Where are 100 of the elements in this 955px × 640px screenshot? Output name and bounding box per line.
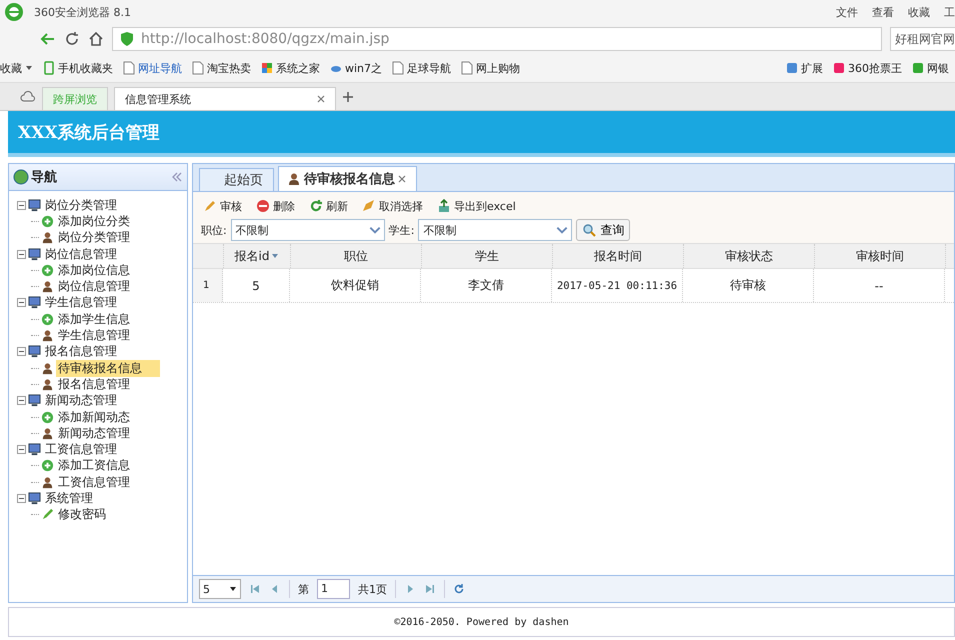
close-icon[interactable] xyxy=(398,175,406,183)
page-size-dropdown[interactable]: 5 xyxy=(199,579,241,599)
search-button[interactable]: 查询 xyxy=(576,219,630,241)
tree-item[interactable]: 添加岗位分类 xyxy=(56,212,132,230)
tree-group[interactable]: 岗位信息管理 xyxy=(43,246,119,263)
home-icon[interactable] xyxy=(88,31,104,47)
menu-item[interactable]: 工 xyxy=(944,4,955,20)
table-cell: 饮料促销 xyxy=(290,269,421,302)
tree-group[interactable]: 岗位分类管理 xyxy=(43,196,119,214)
tree-group[interactable]: 报名信息管理 xyxy=(43,343,119,360)
monitor-icon xyxy=(28,198,41,212)
tree-toggle-icon[interactable] xyxy=(17,445,26,454)
person-icon xyxy=(41,426,54,440)
reload-icon[interactable] xyxy=(64,31,80,47)
tree-group[interactable]: 工资信息管理 xyxy=(43,441,119,458)
column-header[interactable]: 学生 xyxy=(422,244,553,268)
tree-toggle-icon[interactable] xyxy=(17,250,26,259)
tree-item[interactable]: 学生信息管理 xyxy=(56,327,132,344)
person-icon xyxy=(41,280,54,294)
new-tab-icon[interactable] xyxy=(342,90,354,102)
tree-group[interactable]: 系统管理 xyxy=(43,490,95,507)
bookmark-link[interactable]: 足球导航 xyxy=(407,60,452,76)
table-cell: 5 xyxy=(223,269,290,302)
caret-icon[interactable] xyxy=(25,64,33,72)
browser-title: 360安全浏览器 8.1 xyxy=(34,4,131,20)
tree-toggle-icon[interactable] xyxy=(17,200,26,210)
tree-item[interactable]: 报名信息管理 xyxy=(56,376,132,393)
filter-label: 学生: xyxy=(388,222,414,238)
search-field[interactable]: 好租网官网 xyxy=(890,27,955,51)
bookmark-link[interactable]: win7之 xyxy=(345,60,382,76)
page-tab[interactable]: 待审核报名信息 xyxy=(278,166,417,191)
browser-tab[interactable]: 信息管理系统 xyxy=(114,87,336,110)
shield-icon xyxy=(119,31,135,47)
menu-item[interactable]: 文件 xyxy=(836,4,858,20)
page-tab[interactable]: 起始页 xyxy=(199,168,274,191)
tree-item[interactable]: 添加新闻动态 xyxy=(56,408,132,426)
monitor-icon xyxy=(28,443,41,456)
filter-dropdown[interactable]: 不限制 xyxy=(230,219,385,241)
app-title: XXX系统后台管理 xyxy=(18,122,160,144)
toolbar-link[interactable]: 扩展 xyxy=(801,60,823,76)
tree-item[interactable]: 新闻动态管理 xyxy=(56,424,132,442)
toolbar-button[interactable]: 取消选择 xyxy=(362,198,423,214)
cloud-icon[interactable] xyxy=(20,88,36,104)
address-field[interactable]: http://localhost:8080/qgzx/main.jsp xyxy=(112,27,882,51)
tree-item[interactable]: 待审核报名信息 xyxy=(56,360,160,377)
windows-icon xyxy=(261,61,273,75)
toolbar-button[interactable]: 导出到excel xyxy=(437,198,516,214)
column-header[interactable]: 职位 xyxy=(291,244,422,268)
person-icon xyxy=(41,362,54,375)
bookmark-link[interactable]: 系统之家 xyxy=(276,60,320,76)
tree-group[interactable]: 学生信息管理 xyxy=(43,294,119,312)
menu-item[interactable]: 收藏 xyxy=(908,4,930,20)
tree-item[interactable]: 工资信息管理 xyxy=(56,474,132,491)
close-icon[interactable] xyxy=(317,95,325,103)
tree-toggle-icon[interactable] xyxy=(17,396,26,406)
monitor-icon xyxy=(28,296,41,310)
tree-item[interactable]: 岗位信息管理 xyxy=(56,278,132,296)
column-header[interactable]: 审核时间 xyxy=(815,244,946,268)
monitor-icon xyxy=(28,248,41,261)
refresh-icon xyxy=(309,199,323,213)
bookmark-link[interactable]: 网上购物 xyxy=(476,60,520,76)
toolbar-link[interactable]: 网银 xyxy=(927,60,949,76)
tree-item[interactable]: 添加工资信息 xyxy=(56,457,132,474)
tree-item[interactable]: 添加岗位信息 xyxy=(56,262,132,279)
minus-circle-icon xyxy=(256,199,270,213)
filter-dropdown[interactable]: 不限制 xyxy=(418,219,572,241)
toolbar-button[interactable]: 删除 xyxy=(256,198,295,214)
menu-item[interactable]: 查看 xyxy=(872,4,894,20)
tree-group[interactable]: 新闻动态管理 xyxy=(43,392,119,410)
toolbar-link[interactable]: 360抢票王 xyxy=(848,60,902,76)
tree-toggle-icon[interactable] xyxy=(17,347,26,356)
bookmark-link[interactable]: 手机收藏夹 xyxy=(58,60,113,76)
page-number-field[interactable]: 1 xyxy=(317,579,350,599)
add-icon xyxy=(41,410,54,424)
back-icon[interactable] xyxy=(40,31,56,47)
bookmark-link[interactable]: 收藏 xyxy=(0,60,22,76)
column-header[interactable]: 审核状态 xyxy=(684,244,815,268)
tree-item[interactable]: 修改密码 xyxy=(56,506,108,524)
table-cell: 1 xyxy=(193,269,223,302)
bookmark-link[interactable]: 网址导航 xyxy=(138,60,182,76)
person-icon xyxy=(41,378,54,391)
pencil-icon xyxy=(41,508,54,522)
phone-icon xyxy=(43,61,55,75)
page-icon xyxy=(123,61,135,75)
refresh-icon[interactable] xyxy=(453,583,465,595)
page-icon xyxy=(392,61,404,75)
column-header[interactable]: 报名id xyxy=(224,244,291,268)
add-icon xyxy=(41,459,54,472)
table-cell: 李文倩 xyxy=(421,269,552,302)
tree-toggle-icon[interactable] xyxy=(17,298,26,308)
tree-item[interactable]: 岗位分类管理 xyxy=(56,229,132,246)
tree-toggle-icon[interactable] xyxy=(17,494,26,503)
toolbar-button[interactable]: 审核 xyxy=(203,198,242,214)
tree-item[interactable]: 添加学生信息 xyxy=(56,310,132,328)
footer-text: ©2016-2050. Powered by dashen xyxy=(394,616,569,628)
toolbar-button[interactable]: 刷新 xyxy=(309,198,348,214)
caret-icon xyxy=(229,585,237,593)
bookmark-link[interactable]: 淘宝热卖 xyxy=(207,60,251,76)
column-header[interactable]: 报名时间 xyxy=(553,244,684,268)
table-cell: 2017-05-21 00:11:36 xyxy=(552,269,683,302)
